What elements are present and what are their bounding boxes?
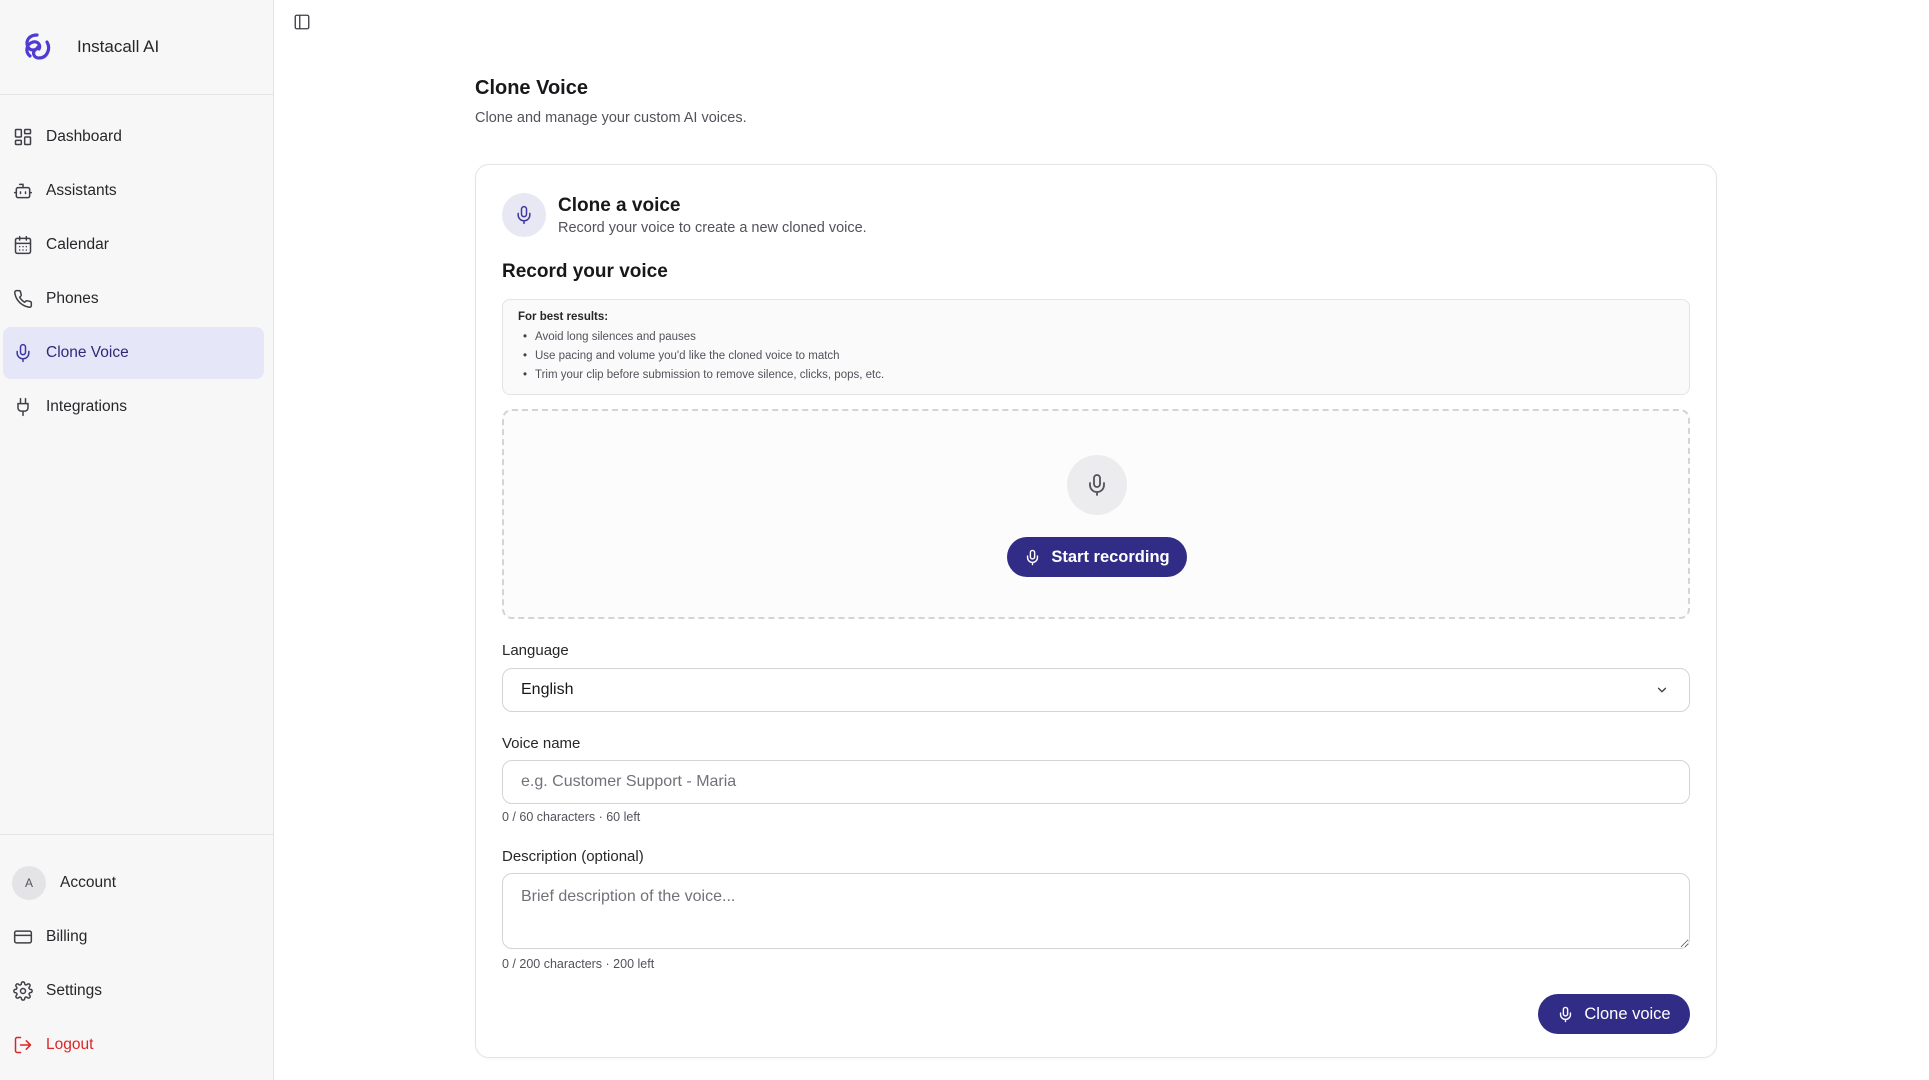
sidebar-toggle-icon[interactable] <box>292 12 312 32</box>
tip-item: Trim your clip before submission to remo… <box>518 366 1674 385</box>
language-label: Language <box>502 642 569 659</box>
credit-card-icon <box>12 926 34 948</box>
mic-icon <box>1560 1006 1572 1022</box>
card-title: Clone a voice <box>558 194 681 216</box>
bot-icon <box>12 180 34 202</box>
sidebar-item-integrations[interactable]: Integrations <box>3 381 264 433</box>
sidebar-item-label: Dashboard <box>46 128 122 145</box>
tip-item: Avoid long silences and pauses <box>518 328 1674 347</box>
logo-icon <box>19 29 55 65</box>
voice-name-input[interactable] <box>502 760 1690 804</box>
mic-icon <box>1027 549 1039 565</box>
voice-name-label: Voice name <box>502 735 581 752</box>
sidebar-item-assistants[interactable]: Assistants <box>3 165 264 217</box>
sidebar-nav: Dashboard Assistants Calendar Phones Clo… <box>0 95 273 433</box>
card-subtitle: Record your voice to create a new cloned… <box>558 219 867 236</box>
tips-box: For best results: Avoid long silences an… <box>502 299 1690 395</box>
gear-icon <box>12 980 34 1002</box>
language-value: English <box>521 681 574 698</box>
button-label: Clone voice <box>1584 1004 1671 1023</box>
phone-icon <box>12 288 34 310</box>
description-hint: 0 / 200 characters · 200 left <box>502 957 655 971</box>
card-header: Clone a voice Record your voice to creat… <box>502 193 867 237</box>
app-name: Instacall AI <box>77 37 160 56</box>
clone-voice-card: Clone a voice Record your voice to creat… <box>475 164 1717 1058</box>
sidebar-item-calendar[interactable]: Calendar <box>3 219 264 271</box>
page-subtitle: Clone and manage your custom AI voices. <box>475 110 747 126</box>
sidebar-item-label: Settings <box>46 982 103 999</box>
tip-item: Use pacing and volume you'd like the clo… <box>518 347 1674 366</box>
chevron-down-icon <box>1655 683 1669 702</box>
clone-voice-button[interactable]: Clone voice <box>1538 994 1690 1034</box>
sidebar-item-label: Billing <box>46 928 88 945</box>
sidebar-item-clone-voice[interactable]: Clone Voice <box>3 327 264 379</box>
language-select[interactable]: English <box>502 668 1690 712</box>
sidebar-item-label: Assistants <box>46 182 117 199</box>
sidebar-item-label: Calendar <box>46 236 109 253</box>
sidebar: Instacall AI Dashboard Assistants Calend… <box>0 0 274 1080</box>
mic-icon <box>502 193 546 237</box>
dashboard-icon <box>12 126 34 148</box>
button-label: Start recording <box>1051 547 1170 566</box>
description-label: Description (optional) <box>502 848 644 865</box>
calendar-icon <box>12 234 34 256</box>
sidebar-item-account[interactable]: A Account <box>3 857 264 909</box>
section-title: Record your voice <box>502 261 668 282</box>
sidebar-item-dashboard[interactable]: Dashboard <box>3 111 264 163</box>
sidebar-bottom: A Account Billing Settings Logout <box>0 834 273 1073</box>
recorder-dropzone: Start recording <box>502 409 1690 619</box>
sidebar-item-label: Integrations <box>46 398 127 415</box>
sidebar-item-logout[interactable]: Logout <box>3 1019 264 1071</box>
sidebar-item-billing[interactable]: Billing <box>3 911 264 963</box>
sidebar-item-label: Account <box>60 874 117 891</box>
start-recording-button[interactable]: Start recording <box>1007 537 1187 577</box>
brand[interactable]: Instacall AI <box>0 0 273 95</box>
description-textarea[interactable] <box>502 873 1690 949</box>
mic-icon <box>1067 455 1127 515</box>
logout-icon <box>12 1034 34 1056</box>
avatar: A <box>12 866 46 900</box>
sidebar-item-label: Logout <box>46 1036 94 1053</box>
tips-title: For best results: <box>518 311 609 323</box>
page-title: Clone Voice <box>475 77 588 99</box>
sidebar-item-label: Clone Voice <box>46 344 129 361</box>
voice-name-hint: 0 / 60 characters · 60 left <box>502 810 641 824</box>
sidebar-item-label: Phones <box>46 290 99 307</box>
mic-icon <box>12 342 34 364</box>
plug-icon <box>12 396 34 418</box>
sidebar-item-settings[interactable]: Settings <box>3 965 264 1017</box>
sidebar-item-phones[interactable]: Phones <box>3 273 264 325</box>
